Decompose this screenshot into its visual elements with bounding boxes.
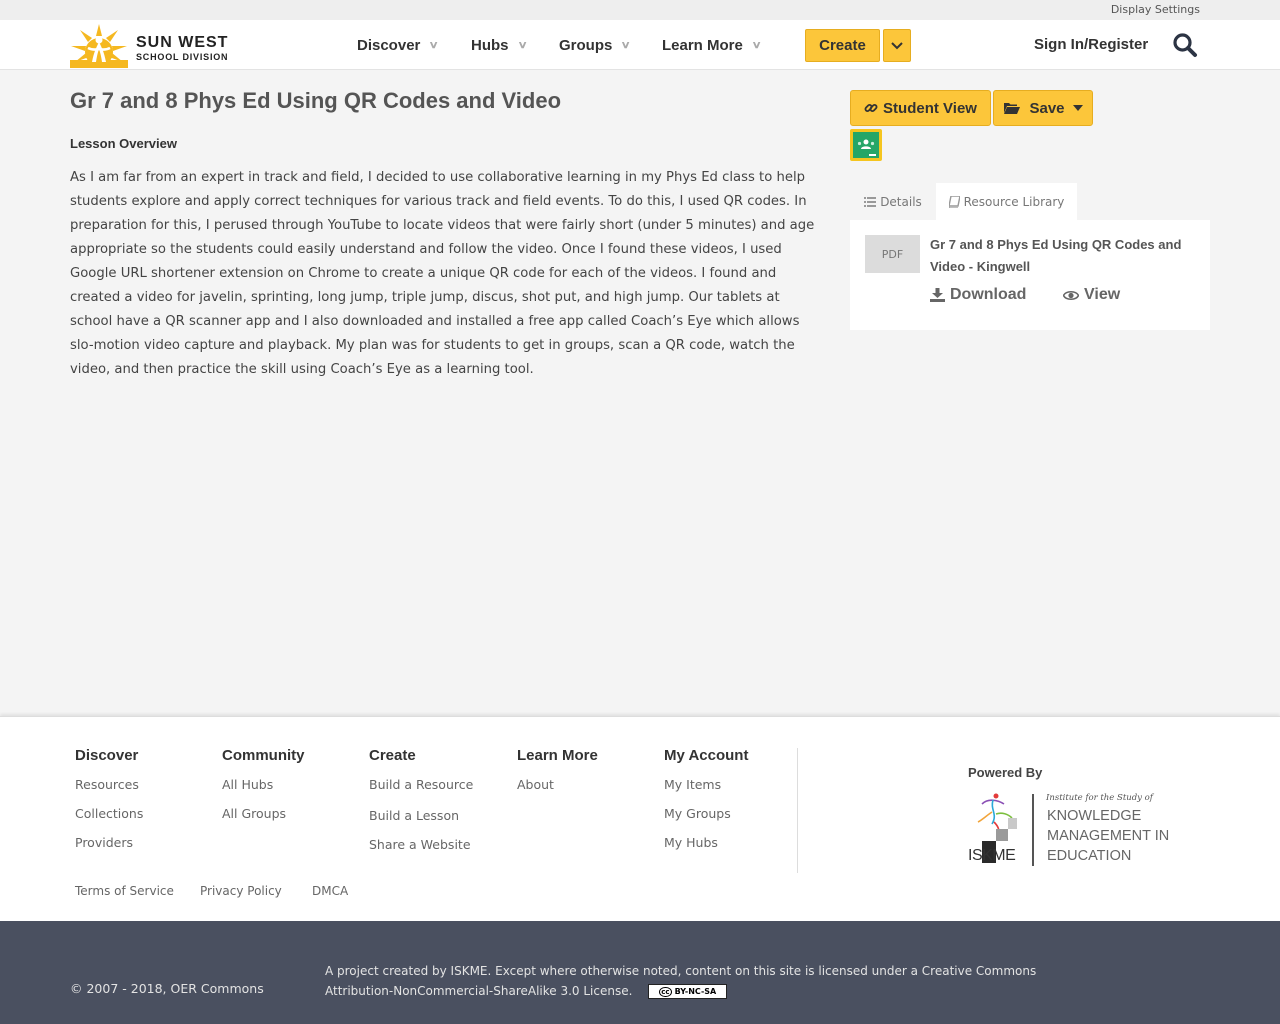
footer-link-my-groups[interactable]: My Groups <box>664 805 748 834</box>
chevron-down-icon: ∨ <box>428 39 440 51</box>
iskme-line-education: EDUCATION <box>1047 848 1132 864</box>
dmca-link[interactable]: DMCA <box>312 884 348 898</box>
student-view-label: Student View <box>883 99 977 117</box>
download-label: Download <box>950 286 1027 303</box>
footer-link-share-website[interactable]: Share a Website <box>369 836 473 865</box>
google-classroom-icon <box>853 132 879 158</box>
footer-column-learn-more: Learn More About <box>517 747 598 805</box>
page-title: Gr 7 and 8 Phys Ed Using QR Codes and Vi… <box>70 88 562 113</box>
view-label: View <box>1084 286 1121 303</box>
nav-hubs[interactable]: Hubs ∨ <box>471 20 528 70</box>
display-settings-link[interactable]: Display Settings <box>1111 3 1200 16</box>
download-icon <box>930 288 945 302</box>
search-icon[interactable] <box>1172 32 1198 58</box>
privacy-policy-link[interactable]: Privacy Policy <box>200 884 282 898</box>
chevron-down-icon: ∨ <box>517 39 528 51</box>
nav-hubs-label: Hubs <box>471 36 509 54</box>
cc-badge-text: BY-NC-SA <box>674 987 717 996</box>
sign-in-register-link[interactable]: Sign In/Register <box>1034 36 1148 53</box>
powered-by-label: Powered By <box>968 765 1043 780</box>
iskme-line-knowledge: KNOWLEDGE <box>1047 808 1142 824</box>
iskme-logo[interactable]: ISKME Institute for the Study of KNOWLED… <box>968 792 1173 867</box>
list-icon <box>864 196 877 207</box>
footer-divider <box>797 748 798 873</box>
footer-link-my-hubs[interactable]: My Hubs <box>664 834 748 863</box>
google-classroom-button[interactable] <box>850 129 882 161</box>
eye-icon <box>1063 290 1079 300</box>
tab-details-label: Details <box>880 194 922 209</box>
logo-subtitle: SCHOOL DIVISION <box>136 52 229 62</box>
footer-link-resources[interactable]: Resources <box>75 776 143 805</box>
lesson-overview-heading: Lesson Overview <box>70 136 177 151</box>
create-dropdown-button[interactable] <box>883 29 911 62</box>
license-text: A project created by ISKME. Except where… <box>325 961 1065 1001</box>
footer-heading: Create <box>369 747 416 764</box>
footer-column-create: Create Build a Resource Build a Lesson S… <box>369 747 473 865</box>
site-header: SUN WEST SCHOOL DIVISION Discover ∨ Hubs… <box>0 20 1280 70</box>
chevron-down-icon: ∨ <box>620 39 632 51</box>
nav-groups-label: Groups <box>559 36 613 54</box>
footer-heading: Discover <box>75 747 139 764</box>
tab-resource-library-label: Resource Library <box>963 194 1065 209</box>
caret-down-icon <box>1072 105 1083 111</box>
copyright-text: © 2007 - 2018, OER Commons <box>70 981 264 996</box>
resource-library-panel: PDF Gr 7 and 8 Phys Ed Using QR Codes an… <box>850 220 1210 330</box>
student-view-button[interactable]: Student View <box>850 90 991 126</box>
footer-link-all-hubs[interactable]: All Hubs <box>222 776 305 805</box>
footer-column-discover: Discover Resources Collections Providers <box>75 747 143 863</box>
download-button[interactable]: Download <box>930 286 1026 304</box>
pdf-file-badge: PDF <box>865 235 920 273</box>
view-button[interactable]: View <box>1063 286 1120 304</box>
save-button[interactable]: Save <box>993 90 1093 126</box>
nav-learn-more-label: Learn More <box>662 36 743 54</box>
tab-details[interactable]: Details <box>850 183 936 220</box>
link-icon <box>864 104 878 112</box>
sun-west-logo[interactable]: SUN WEST SCHOOL DIVISION <box>70 22 240 68</box>
folder-open-icon <box>1004 103 1021 114</box>
chevron-down-icon: ∨ <box>751 39 762 51</box>
chevron-down-icon <box>891 41 903 49</box>
footer-link-about[interactable]: About <box>517 776 598 805</box>
footer-link-providers[interactable]: Providers <box>75 834 143 863</box>
footer-link-my-items[interactable]: My Items <box>664 776 748 805</box>
create-button[interactable]: Create <box>805 29 880 62</box>
bottom-bar: © 2007 - 2018, OER Commons A project cre… <box>0 921 1280 1024</box>
book-icon <box>948 195 960 208</box>
footer-link-all-groups[interactable]: All Groups <box>222 805 305 834</box>
footer-link-collections[interactable]: Collections <box>75 805 143 834</box>
logo-title: SUN WEST <box>136 34 229 51</box>
footer-column-my-account: My Account My Items My Groups My Hubs <box>664 747 748 863</box>
terms-of-service-link[interactable]: Terms of Service <box>75 884 174 898</box>
sun-logo-icon <box>70 24 128 68</box>
lesson-overview-text: As I am far from an expert in track and … <box>70 170 815 377</box>
site-footer: Discover Resources Collections Providers… <box>0 716 1280 921</box>
top-utility-bar: Display Settings <box>0 0 1280 20</box>
nav-learn-more[interactable]: Learn More ∨ <box>662 20 762 70</box>
footer-column-community: Community All Hubs All Groups <box>222 747 305 834</box>
iskme-divider <box>1032 794 1034 866</box>
footer-link-build-resource[interactable]: Build a Resource <box>369 776 473 807</box>
save-label: Save <box>1029 99 1065 117</box>
tab-resource-library[interactable]: Resource Library <box>936 183 1077 220</box>
footer-heading: My Account <box>664 747 749 764</box>
cc-license-badge[interactable]: cc BY-NC-SA <box>648 984 728 999</box>
resource-title-link[interactable]: Gr 7 and 8 Phys Ed Using QR Codes and Vi… <box>930 234 1195 278</box>
iskme-line-management: MANAGEMENT IN <box>1047 828 1170 844</box>
footer-heading: Learn More <box>517 747 598 764</box>
nav-discover-label: Discover <box>357 36 421 54</box>
nav-groups[interactable]: Groups ∨ <box>559 20 632 70</box>
nav-discover[interactable]: Discover ∨ <box>357 20 440 70</box>
cc-icon: cc <box>659 987 672 997</box>
iskme-tagline: Institute for the Study of <box>1046 793 1153 803</box>
footer-heading: Community <box>222 747 305 764</box>
footer-link-build-lesson[interactable]: Build a Lesson <box>369 807 473 836</box>
iskme-mark: ISKME <box>968 847 1016 864</box>
